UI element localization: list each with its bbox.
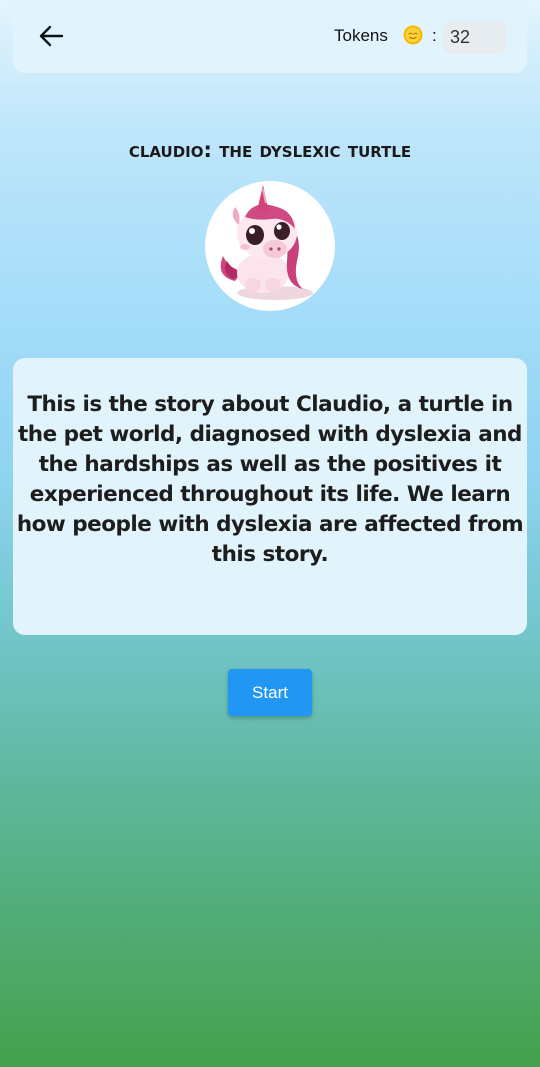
- story-description-card: This is the story about Claudio, a turtl…: [13, 358, 527, 635]
- story-title: Claudio: The Dyslexic Turtle: [128, 138, 412, 162]
- arrow-left-icon: [39, 25, 64, 47]
- tokens-label: Tokens: [334, 26, 388, 45]
- top-bar: Tokens : 32: [13, 0, 527, 73]
- unicorn-avatar: [220, 185, 313, 300]
- coin-icon: [403, 25, 423, 45]
- story-description: This is the story about Claudio, a turtl…: [16, 392, 524, 567]
- tokens-separator: :: [432, 26, 437, 45]
- back-button[interactable]: [35, 18, 67, 54]
- story-avatar: [205, 181, 335, 311]
- token-count: 32: [443, 21, 507, 54]
- start-button[interactable]: Start: [228, 669, 312, 716]
